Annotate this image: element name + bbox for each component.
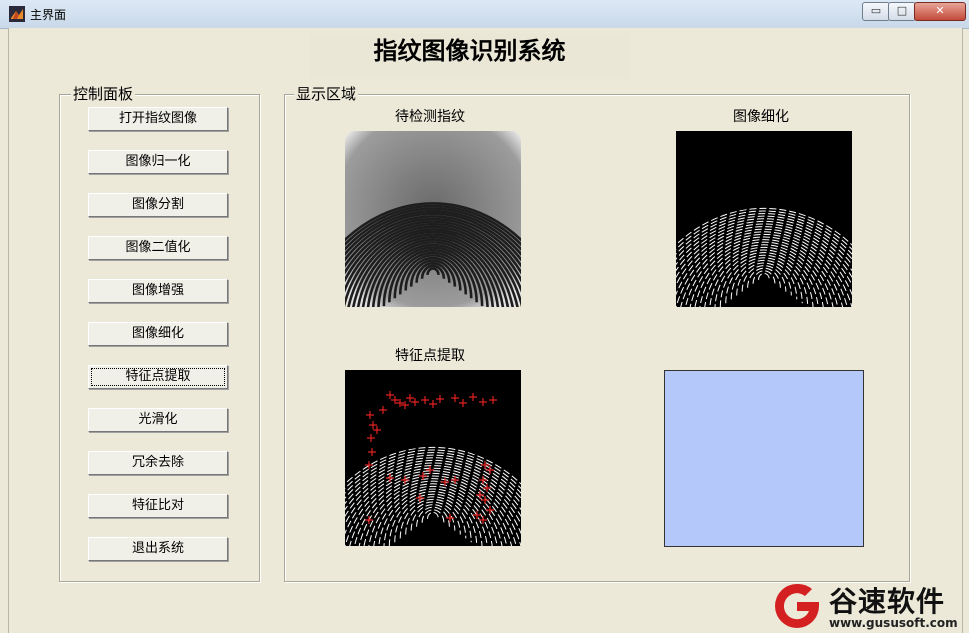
match-features-button[interactable]: 特征比对 <box>88 494 228 518</box>
segment-button[interactable]: 图像分割 <box>88 193 228 217</box>
close-button[interactable]: ✕ <box>914 2 966 21</box>
exit-button[interactable]: 退出系统 <box>88 537 228 561</box>
window-title: 主界面 <box>30 8 67 22</box>
maximize-icon: □ <box>896 4 908 17</box>
normalize-button[interactable]: 图像归一化 <box>88 150 228 174</box>
minimize-icon: ▭ <box>870 4 882 17</box>
axis-title-minutiae: 特征点提取 <box>395 348 465 364</box>
axis-title-thinned: 图像细化 <box>733 109 789 125</box>
watermark-name: 谷速软件 <box>829 585 946 618</box>
smooth-button[interactable]: 光滑化 <box>88 408 228 432</box>
close-icon: ✕ <box>935 4 945 17</box>
minutiae-image <box>345 370 521 546</box>
title-bar[interactable]: 主界面 ▭ □ ✕ <box>0 0 969 29</box>
page-title: 指纹图像识别系统 <box>309 33 630 79</box>
open-fingerprint-button[interactable]: 打开指纹图像 <box>88 107 228 131</box>
thinned-fingerprint-image <box>676 131 852 307</box>
gususoft-logo-icon <box>775 583 819 628</box>
watermark-url: www.gususoft.com <box>829 616 958 630</box>
minimize-button[interactable]: ▭ <box>862 2 890 21</box>
empty-axes <box>664 370 864 547</box>
enhance-button[interactable]: 图像增强 <box>88 279 228 303</box>
input-fingerprint-image <box>345 131 521 307</box>
maximize-button[interactable]: □ <box>888 2 916 21</box>
thin-button[interactable]: 图像细化 <box>88 322 228 346</box>
control-panel-label: 控制面板 <box>71 83 136 104</box>
axis-title-input: 待检测指纹 <box>395 109 465 125</box>
matlab-icon <box>9 6 25 22</box>
extract-minutiae-button[interactable]: 特征点提取 <box>88 365 228 389</box>
display-panel-label: 显示区域 <box>294 83 359 104</box>
remove-redundancy-button[interactable]: 冗余去除 <box>88 451 228 475</box>
binarize-button[interactable]: 图像二值化 <box>88 236 228 260</box>
